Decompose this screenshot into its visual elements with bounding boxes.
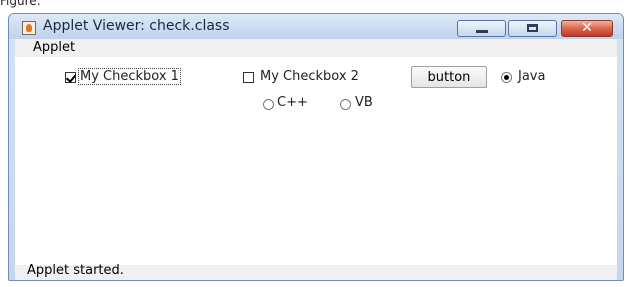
- checkbox-2-label[interactable]: My Checkbox 2: [260, 69, 359, 84]
- close-icon: ✕: [581, 20, 593, 36]
- checkbox-1-label[interactable]: My Checkbox 1: [78, 68, 181, 85]
- applet-button[interactable]: button: [411, 66, 487, 88]
- maximize-button[interactable]: [508, 20, 557, 37]
- applet-viewer-window: Applet Viewer: check.class ✕ Applet My C…: [8, 13, 624, 281]
- applet-panel: My Checkbox 1 My Checkbox 2 button Java …: [15, 57, 617, 265]
- checkbox-2[interactable]: [243, 72, 254, 83]
- radio-cpp-label[interactable]: C++: [277, 95, 308, 110]
- checkbox-1[interactable]: [65, 72, 76, 83]
- menu-bar: Applet: [15, 39, 617, 57]
- radio-java-label[interactable]: Java: [518, 69, 545, 84]
- status-bar: Applet started.: [15, 263, 617, 280]
- menu-applet[interactable]: Applet: [33, 40, 75, 55]
- maximize-icon: [527, 24, 538, 32]
- title-bar[interactable]: Applet Viewer: check.class ✕: [9, 14, 623, 39]
- minimize-icon: [476, 30, 488, 33]
- java-cup-icon[interactable]: [22, 21, 36, 35]
- window-title: Applet Viewer: check.class: [43, 18, 230, 34]
- status-text: Applet started.: [27, 263, 124, 278]
- minimize-button[interactable]: [457, 20, 506, 37]
- figure-caption: Figure:: [0, 0, 41, 8]
- radio-cpp[interactable]: [263, 99, 274, 110]
- radio-vb[interactable]: [340, 99, 351, 110]
- radio-java[interactable]: [501, 72, 512, 83]
- radio-vb-label[interactable]: VB: [355, 95, 373, 110]
- close-button[interactable]: ✕: [561, 20, 613, 37]
